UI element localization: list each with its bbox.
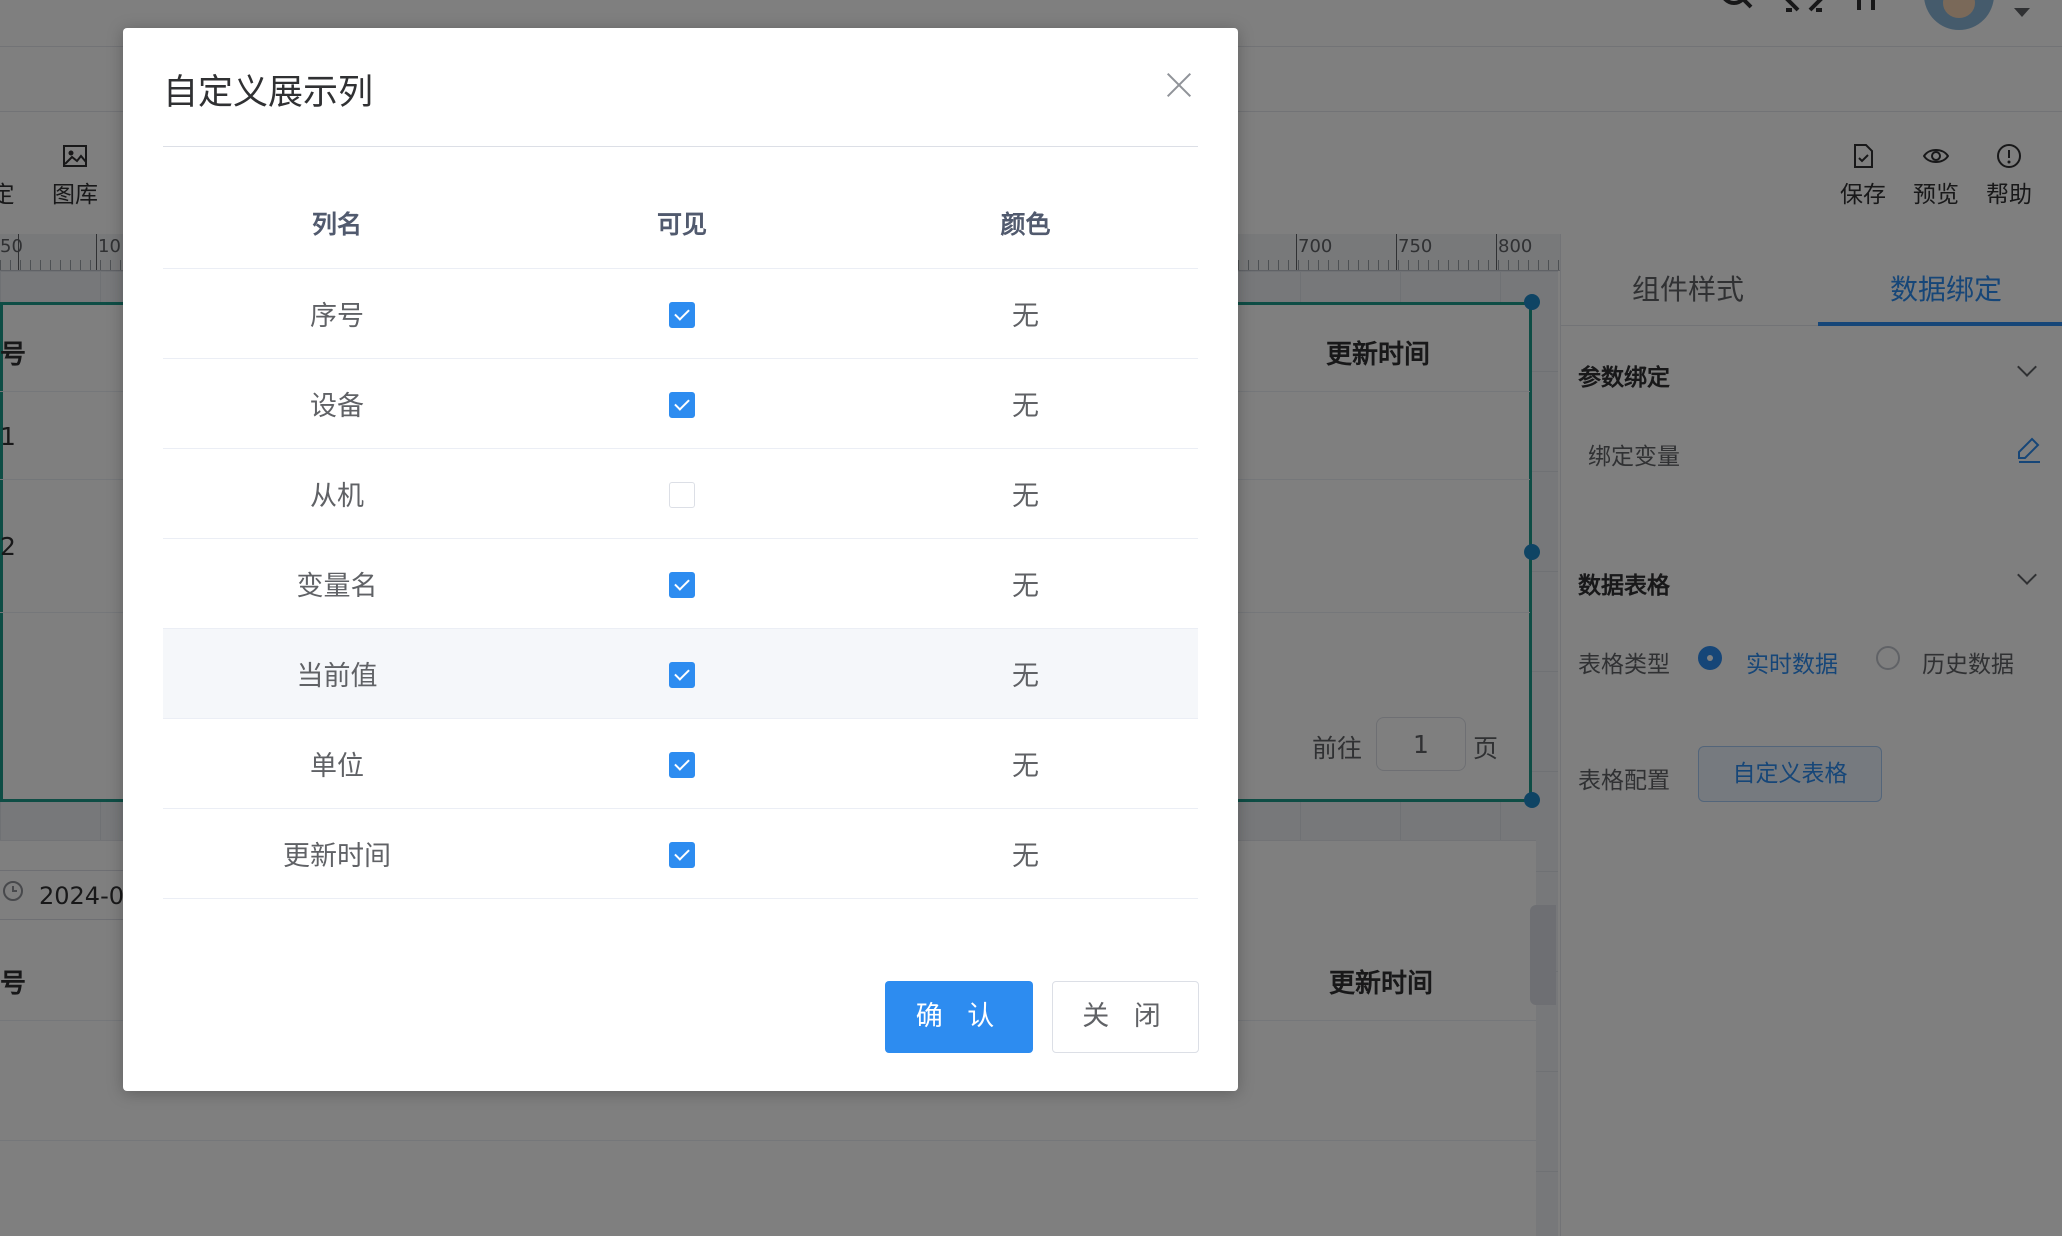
column-name-cell: 单位: [163, 718, 511, 809]
visible-checkbox[interactable]: [668, 571, 695, 598]
visible-cell: [510, 268, 853, 359]
close-button[interactable]: 关 闭: [1052, 981, 1199, 1053]
custom-columns-dialog: 自定义展示列 列名 可见 颜色 序号无设备无从机无变量名无当前值无单位无更新时间…: [123, 28, 1238, 1091]
columns-table-header: 列名 可见 颜色: [163, 178, 1198, 269]
visible-checkbox[interactable]: [668, 841, 695, 868]
color-cell: 无: [852, 358, 1198, 449]
color-cell: 无: [852, 538, 1198, 629]
visible-cell: [510, 358, 853, 449]
color-cell: 无: [852, 448, 1198, 539]
visible-cell: [510, 628, 853, 719]
visible-checkbox[interactable]: [668, 391, 695, 418]
column-row: 单位 无: [163, 718, 1198, 809]
visible-checkbox[interactable]: [668, 661, 695, 688]
column-name-cell: 从机: [163, 448, 511, 539]
confirm-button[interactable]: 确 认: [885, 981, 1033, 1053]
visible-cell: [510, 718, 853, 809]
visible-cell: [510, 448, 853, 539]
color-cell: 无: [852, 268, 1198, 359]
header-column-name: 列名: [163, 178, 511, 269]
header-visible: 可见: [510, 178, 853, 269]
visible-checkbox[interactable]: [668, 751, 695, 778]
column-name-cell: 当前值: [163, 628, 511, 719]
close-icon[interactable]: [1163, 70, 1195, 102]
column-name-cell: 序号: [163, 268, 511, 359]
color-cell: 无: [852, 628, 1198, 719]
column-row: 变量名 无: [163, 538, 1198, 629]
header-color: 颜色: [852, 178, 1198, 269]
visible-cell: [510, 808, 853, 899]
visible-checkbox[interactable]: [668, 481, 695, 508]
color-cell: 无: [852, 808, 1198, 899]
column-row: 序号 无: [163, 268, 1198, 359]
dialog-title: 自定义展示列: [163, 73, 374, 113]
visible-checkbox[interactable]: [668, 301, 695, 328]
column-row: 设备 无: [163, 358, 1198, 449]
columns-table: 列名 可见 颜色 序号无设备无从机无变量名无当前值无单位无更新时间无: [163, 178, 1198, 899]
color-cell: 无: [852, 718, 1198, 809]
column-row: 从机 无: [163, 448, 1198, 539]
visible-cell: [510, 538, 853, 629]
column-row: 当前值 无: [163, 628, 1198, 719]
column-name-cell: 变量名: [163, 538, 511, 629]
column-name-cell: 更新时间: [163, 808, 511, 899]
dialog-divider: [163, 146, 1198, 147]
column-name-cell: 设备: [163, 358, 511, 449]
column-row: 更新时间 无: [163, 808, 1198, 899]
